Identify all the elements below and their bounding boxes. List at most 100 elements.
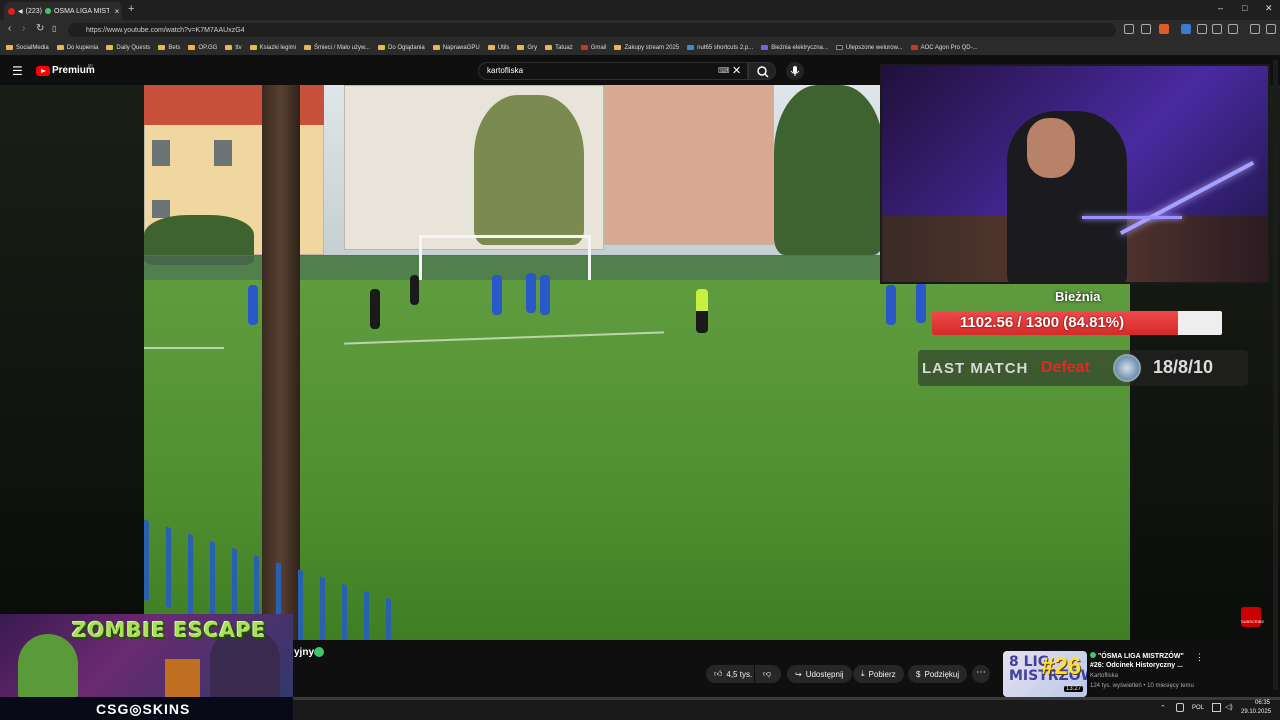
download-button[interactable]: ⤓ Pobierz	[853, 665, 904, 683]
recommended-title[interactable]: "ÓSMA LIGA MISTRZÓW"	[1090, 652, 1184, 660]
share-button[interactable]: ↪ Udostępnij	[787, 665, 852, 683]
player	[886, 285, 896, 325]
bookmark-item[interactable]: Ulepszone welurow...	[835, 45, 903, 51]
sponsor-logo: CSG◎SKINS	[96, 701, 191, 717]
subscribe-watermark-label: SUBSCRIBE	[1241, 619, 1265, 624]
voice-search-button[interactable]	[786, 62, 804, 80]
bookmark-item[interactable]: OP.GG	[188, 45, 217, 51]
extension-icon[interactable]	[1181, 24, 1191, 34]
bookmarks-bar: SocialMedia Do kupienia Daily Quests Bet…	[0, 40, 1280, 55]
url-text: https://www.youtube.com/watch?v=K7M7AAUx…	[86, 26, 245, 34]
search-input[interactable]: kartofliska	[478, 62, 748, 80]
reload-icon[interactable]: ↻	[36, 23, 44, 34]
building	[604, 85, 774, 245]
extension-icon[interactable]	[1197, 24, 1207, 34]
verified-icon	[44, 8, 51, 14]
bookmark-item[interactable]: Bieżnia elektryczna...	[761, 45, 828, 51]
language-indicator[interactable]: POL	[1192, 705, 1204, 711]
thanks-label: Podziękuj	[924, 669, 960, 679]
share-icon[interactable]	[1141, 24, 1151, 34]
bookmark-item[interactable]: Utils	[487, 45, 509, 51]
subscribe-watermark[interactable]: SUBSCRIBE	[1241, 607, 1265, 627]
folder-icon	[432, 45, 440, 50]
browser-tab-bar	[0, 0, 1280, 20]
clock-time[interactable]: 06:35	[1255, 700, 1270, 706]
player	[248, 285, 258, 325]
tray-app-icon[interactable]	[1176, 703, 1184, 712]
keyboard-icon[interactable]: ⌨	[718, 66, 730, 75]
zombie-escape-title: ZOMBIE ESCAPE	[72, 618, 267, 642]
window	[152, 200, 170, 218]
bookmark-item[interactable]: Ksiazki legimi	[249, 45, 296, 51]
volume-icon[interactable]: ◁)	[1225, 703, 1233, 711]
browser-tab[interactable]: ◀ (223) ÓSMA LIGA MISTRZ ×	[4, 2, 122, 20]
bookmark-item[interactable]: SocialMedia	[6, 45, 49, 51]
video-duration: 13:27	[1064, 686, 1084, 692]
bookmark-item[interactable]: Zakupy stream 2025	[614, 45, 679, 51]
tray-chevron-icon[interactable]: ⌃	[1160, 704, 1166, 712]
bookmark-item[interactable]: nut65 shortcuts 2.p...	[687, 45, 753, 51]
cast-icon[interactable]	[1124, 24, 1134, 34]
sidebar-icon[interactable]	[1228, 24, 1238, 34]
maximize-button[interactable]: □	[1242, 3, 1247, 13]
tab-title: ÓSMA LIGA MISTRZ	[53, 7, 109, 15]
bookmark-item[interactable]: ttv	[225, 45, 242, 51]
forward-icon[interactable]: ›	[22, 23, 25, 34]
more-actions-button[interactable]: ⋯	[972, 665, 990, 683]
barrel-graphic	[165, 659, 200, 699]
network-icon[interactable]	[1212, 703, 1221, 712]
streamer-head	[1027, 118, 1075, 178]
recording-icon	[8, 7, 15, 15]
taskbar	[293, 697, 1280, 720]
thanks-button[interactable]: $ Podziękuj	[908, 665, 968, 683]
bookmark-item[interactable]: NaprawaGPU	[432, 45, 480, 51]
back-icon[interactable]: ‹	[8, 23, 11, 34]
bookmark-item[interactable]: Śmieci / Mało używ...	[304, 45, 370, 51]
new-tab-button[interactable]: +	[128, 3, 134, 15]
player	[410, 275, 419, 305]
clock-date[interactable]: 29.10.2025	[1241, 709, 1271, 715]
bookmark-item[interactable]: Gry	[517, 45, 537, 51]
hamburger-menu-icon[interactable]: ☰	[12, 64, 23, 78]
like-button[interactable]: 👍︎ 4,5 tys.	[706, 665, 754, 683]
bookmark-item[interactable]: Bets	[158, 45, 180, 51]
verified-icon	[314, 647, 324, 657]
bookmark-item[interactable]: Tatuaż	[545, 45, 573, 51]
search-button[interactable]	[748, 62, 776, 80]
recommended-menu-icon[interactable]: ⋮	[1195, 652, 1204, 663]
folder-icon	[106, 45, 114, 50]
minimize-button[interactable]: –	[1218, 3, 1223, 13]
folder-icon	[304, 45, 311, 50]
youtube-logo-icon[interactable]	[36, 66, 50, 76]
recommended-meta: 124 tys. wyświetleń • 10 miesięcy temu	[1090, 683, 1194, 689]
brave-shield-icon[interactable]	[1159, 24, 1169, 34]
treadmill-progress-text: 1102.56 / 1300 (84.81%)	[959, 314, 1125, 331]
bookmark-item[interactable]: Do Oglądania	[378, 45, 425, 51]
extension-icon[interactable]	[1212, 24, 1222, 34]
close-window-button[interactable]: ✕	[1265, 3, 1273, 14]
tab-count: (223)	[25, 7, 42, 15]
folder-icon	[545, 45, 553, 50]
channel-name-fragment[interactable]: yjny	[294, 647, 314, 658]
close-tab-button[interactable]: ×	[112, 7, 122, 16]
scrollbar[interactable]	[1273, 60, 1278, 690]
bookmark-item[interactable]: Daily Quests	[106, 45, 150, 51]
video-progress-bar[interactable]	[293, 697, 1280, 700]
recommended-title-line2[interactable]: #26: Odcinek Historyczny ...	[1090, 662, 1183, 669]
clear-search-icon[interactable]: ✕	[732, 64, 741, 77]
folder-icon	[249, 45, 257, 50]
url-field[interactable]: https://www.youtube.com/watch?v=K7M7AAUx…	[68, 23, 1116, 37]
folder-icon	[158, 45, 166, 50]
dislike-button[interactable]: 👎︎	[755, 665, 781, 683]
site-icon	[687, 45, 695, 50]
bookmark-item[interactable]: AOC Agon Pro QD-...	[910, 45, 978, 51]
thanks-icon: $	[916, 669, 921, 679]
webcam-overlay	[880, 64, 1270, 284]
menu-icon[interactable]	[1266, 24, 1276, 34]
bookmark-item[interactable]: Gmail	[580, 45, 606, 51]
bookmark-icon[interactable]: ▯	[52, 24, 56, 33]
bookmark-item[interactable]: Do kupienia	[56, 45, 98, 51]
recommended-channel[interactable]: Kartofliska	[1090, 673, 1118, 679]
last-match-label: LAST MATCH	[922, 360, 1029, 377]
media-icon[interactable]	[1250, 24, 1260, 34]
